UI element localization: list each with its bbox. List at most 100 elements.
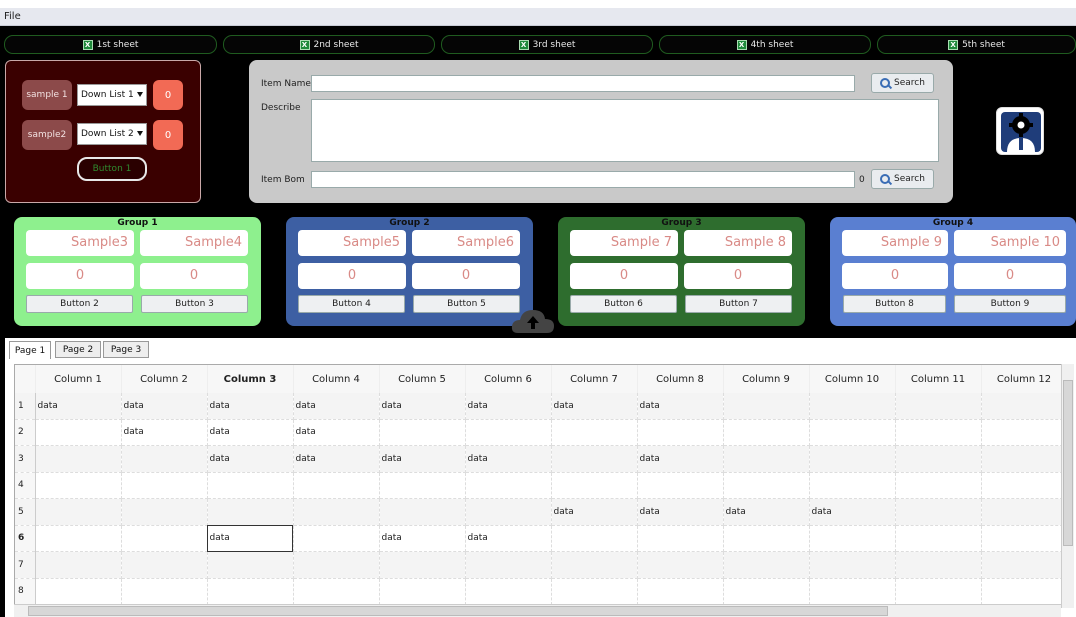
table-cell[interactable] bbox=[809, 525, 896, 552]
horizontal-scroll-thumb[interactable] bbox=[28, 606, 888, 616]
button-1[interactable]: Button 1 bbox=[77, 157, 147, 181]
table-cell[interactable] bbox=[207, 498, 294, 526]
table-cell[interactable] bbox=[809, 393, 896, 420]
table-cell[interactable] bbox=[981, 525, 1068, 552]
describe-textarea[interactable] bbox=[311, 99, 939, 162]
sample-2-button[interactable]: sample2 bbox=[22, 120, 72, 150]
table-cell[interactable] bbox=[465, 498, 552, 526]
table-cell[interactable] bbox=[723, 551, 810, 579]
table-cell[interactable] bbox=[551, 445, 638, 473]
table-cell[interactable] bbox=[121, 551, 208, 579]
row-header[interactable]: 3 bbox=[15, 445, 36, 473]
column-header[interactable]: Column 5 bbox=[379, 365, 466, 393]
table-cell[interactable]: data bbox=[637, 498, 724, 526]
table-cell[interactable] bbox=[809, 472, 896, 499]
down-list-2[interactable]: Down List 2 bbox=[77, 123, 147, 145]
table-cell[interactable] bbox=[121, 498, 208, 526]
row-header[interactable]: 5 bbox=[15, 498, 36, 526]
table-cell[interactable] bbox=[551, 551, 638, 579]
table-cell[interactable]: data bbox=[809, 498, 896, 526]
table-cell[interactable]: data bbox=[551, 393, 638, 420]
table-cell[interactable] bbox=[379, 419, 466, 446]
table-cell[interactable] bbox=[723, 393, 810, 420]
table-cell[interactable] bbox=[551, 419, 638, 446]
table-cell[interactable] bbox=[121, 525, 208, 552]
horizontal-scrollbar[interactable] bbox=[14, 604, 1061, 617]
table-cell[interactable]: data bbox=[379, 525, 466, 552]
table-cell[interactable] bbox=[207, 472, 294, 499]
row-header[interactable]: 1 bbox=[15, 393, 36, 420]
table-cell[interactable] bbox=[637, 472, 724, 499]
sheet-tab-5[interactable]: X 5th sheet bbox=[877, 35, 1076, 54]
table-cell[interactable] bbox=[981, 551, 1068, 579]
button-8[interactable]: Button 8 bbox=[843, 295, 946, 313]
table-cell[interactable] bbox=[551, 472, 638, 499]
table-cell[interactable] bbox=[637, 525, 724, 552]
table-cell[interactable] bbox=[723, 578, 810, 605]
user-settings-icon[interactable] bbox=[996, 107, 1044, 155]
table-cell[interactable]: data bbox=[379, 445, 466, 473]
row-header[interactable]: 7 bbox=[15, 551, 36, 579]
vertical-scroll-thumb[interactable] bbox=[1063, 380, 1073, 546]
table-cell[interactable]: data bbox=[293, 445, 380, 473]
table-cell[interactable]: data bbox=[121, 419, 208, 446]
row-header[interactable]: 2 bbox=[15, 419, 36, 446]
column-header[interactable]: Column 3 bbox=[207, 365, 294, 393]
table-cell[interactable] bbox=[809, 445, 896, 473]
row-header[interactable]: 6 bbox=[15, 525, 36, 552]
table-cell[interactable] bbox=[35, 498, 122, 526]
table-cell[interactable] bbox=[35, 578, 122, 605]
table-cell[interactable] bbox=[637, 578, 724, 605]
table-cell[interactable] bbox=[895, 525, 982, 552]
table-cell[interactable] bbox=[809, 419, 896, 446]
button-4[interactable]: Button 4 bbox=[298, 295, 405, 313]
table-cell[interactable] bbox=[35, 525, 122, 552]
table-cell[interactable]: data bbox=[465, 393, 552, 420]
table-cell[interactable] bbox=[293, 578, 380, 605]
table-cell[interactable]: data bbox=[465, 525, 552, 552]
sheet-tab-2[interactable]: X 2nd sheet bbox=[223, 35, 435, 54]
sheet-tab-3[interactable]: X 3rd sheet bbox=[441, 35, 653, 54]
column-header[interactable]: Column 10 bbox=[809, 365, 896, 393]
table-cell[interactable] bbox=[121, 445, 208, 473]
table-cell[interactable] bbox=[35, 551, 122, 579]
table-cell[interactable] bbox=[809, 578, 896, 605]
table-cell[interactable] bbox=[895, 498, 982, 526]
table-cell[interactable] bbox=[379, 578, 466, 605]
table-cell[interactable]: data bbox=[379, 393, 466, 420]
table-cell[interactable] bbox=[895, 578, 982, 605]
table-cell[interactable] bbox=[637, 419, 724, 446]
table-cell[interactable] bbox=[981, 498, 1068, 526]
table-cell[interactable] bbox=[981, 578, 1068, 605]
table-cell[interactable] bbox=[981, 419, 1068, 446]
table-cell[interactable] bbox=[551, 525, 638, 552]
button-2[interactable]: Button 2 bbox=[26, 295, 133, 313]
table-cell[interactable]: data bbox=[207, 445, 294, 473]
button-5[interactable]: Button 5 bbox=[413, 295, 520, 313]
button-9[interactable]: Button 9 bbox=[954, 295, 1066, 313]
table-cell[interactable]: data bbox=[207, 393, 294, 420]
column-header[interactable]: Column 6 bbox=[465, 365, 552, 393]
table-cell[interactable] bbox=[207, 578, 294, 605]
column-header[interactable]: Column 4 bbox=[293, 365, 380, 393]
table-cell[interactable] bbox=[723, 419, 810, 446]
table-cell[interactable] bbox=[465, 551, 552, 579]
menu-file[interactable]: File bbox=[4, 11, 21, 22]
table-cell[interactable] bbox=[551, 578, 638, 605]
column-header[interactable]: Column 9 bbox=[723, 365, 810, 393]
table-cell[interactable] bbox=[293, 525, 380, 552]
table-cell[interactable] bbox=[981, 445, 1068, 473]
table-cell[interactable] bbox=[723, 472, 810, 499]
table-cell[interactable] bbox=[895, 419, 982, 446]
column-header[interactable]: Column 7 bbox=[551, 365, 638, 393]
sheet-tab-4[interactable]: X 4th sheet bbox=[659, 35, 871, 54]
table-cell[interactable] bbox=[379, 498, 466, 526]
down-list-1[interactable]: Down List 1 bbox=[77, 84, 147, 106]
row-header[interactable]: 4 bbox=[15, 472, 36, 499]
row-header[interactable]: 8 bbox=[15, 578, 36, 605]
sample-1-button[interactable]: sample 1 bbox=[22, 80, 72, 110]
table-cell[interactable] bbox=[35, 472, 122, 499]
table-cell[interactable] bbox=[895, 393, 982, 420]
table-cell[interactable] bbox=[723, 445, 810, 473]
table-cell[interactable]: data bbox=[637, 393, 724, 420]
